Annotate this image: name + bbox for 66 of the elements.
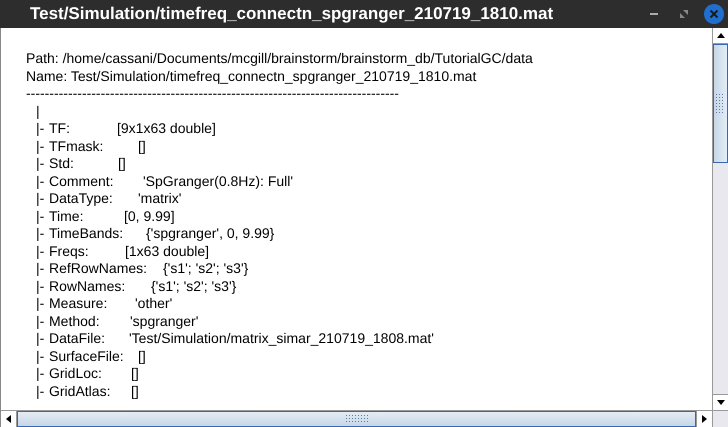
field-value: [1x63 double]	[125, 242, 210, 260]
tree-branch: |-	[36, 295, 46, 312]
close-icon[interactable]	[704, 4, 724, 24]
field-name: SurfaceFile:	[49, 348, 124, 365]
field-name: Time:	[49, 208, 84, 225]
field-name: DataFile:	[49, 330, 106, 348]
field-value: 'Test/Simulation/matrix_simar_210719_1808.mat'	[129, 330, 434, 348]
tree-branch: |-	[36, 208, 46, 225]
scroll-right-button[interactable]	[696, 411, 712, 427]
down-arrow-icon	[716, 400, 724, 405]
field-value: []	[138, 348, 146, 365]
tree-branch: |-	[36, 242, 46, 260]
field-name: RowNames:	[49, 278, 126, 295]
tree-branch: |-	[36, 260, 46, 278]
field-name: Comment:	[49, 172, 114, 190]
field-value: {'s1'; 's2'; 's3'}	[151, 278, 236, 295]
field-value: 'matrix'	[138, 190, 182, 208]
tree-branch: |-	[36, 155, 46, 172]
field-name: DataType:	[49, 190, 113, 208]
field-name: RefRowNames:	[49, 260, 148, 278]
field-value: []	[131, 365, 139, 382]
field-value: 'spgranger'	[130, 312, 198, 330]
scroll-down-button[interactable]	[713, 394, 728, 410]
field-value: [0, 9.99]	[124, 208, 175, 225]
name-text: Name: Test/Simulation/timefreq_connectn_spgranger_210719_1810.mat	[26, 68, 478, 85]
field-name: GridLoc:	[49, 365, 102, 382]
tree-branch: |-	[36, 365, 46, 382]
up-arrow-icon	[716, 33, 724, 38]
tree-branch: |-	[36, 382, 46, 400]
tree-branch: |-	[36, 312, 46, 330]
field-value: []	[131, 382, 139, 400]
field-value: 'other'	[135, 295, 172, 312]
tree-branch: |-	[36, 120, 46, 138]
field-name: GridAtlas:	[49, 382, 110, 400]
tree-branch: |-	[36, 172, 46, 190]
field-name: TF:	[49, 120, 70, 138]
field-value: []	[118, 155, 126, 172]
field-name: Method:	[49, 312, 100, 330]
vertical-scrollbar[interactable]	[712, 28, 728, 410]
scroll-left-button[interactable]	[1, 411, 17, 427]
restore-icon[interactable]	[680, 10, 688, 18]
scrollbar-corner	[712, 410, 728, 427]
field-name: Std:	[49, 155, 74, 172]
tree-branch: |-	[36, 225, 46, 242]
scroll-up-button[interactable]	[713, 28, 728, 44]
field-name: TFmask:	[49, 138, 104, 155]
field-value: []	[138, 138, 146, 155]
field-value: [9x1x63 double]	[117, 120, 216, 138]
path-text: Path: /home/cassani/Documents/mcgill/brainstorm/brainstorm_db/TutorialGC/data	[26, 50, 534, 68]
tree-root: |	[36, 102, 40, 120]
tree-branch: |-	[36, 138, 46, 155]
tree-branch: |-	[36, 330, 46, 348]
field-name: Measure:	[49, 295, 108, 312]
tree-branch: |-	[36, 278, 46, 295]
field-value: 'SpGranger(0.8Hz): Full'	[143, 172, 294, 190]
window-title: Test/Simulation/timefreq_connectn_spgranger_210719_1810.mat	[30, 3, 554, 26]
field-name: TimeBands:	[49, 225, 124, 242]
tree-branch: |-	[36, 190, 46, 208]
field-value: {'s1'; 's2'; 's3'}	[163, 260, 248, 278]
right-arrow-icon	[702, 415, 707, 423]
scroll-thumb[interactable]	[713, 44, 728, 163]
left-arrow-icon	[6, 415, 11, 423]
field-name: Freqs:	[49, 242, 89, 260]
separator-line: --------------------------------------------------------------------------------	[26, 85, 400, 102]
field-value: {'spgranger', 0, 9.99}	[146, 225, 274, 242]
tree-branch: |-	[36, 348, 46, 365]
